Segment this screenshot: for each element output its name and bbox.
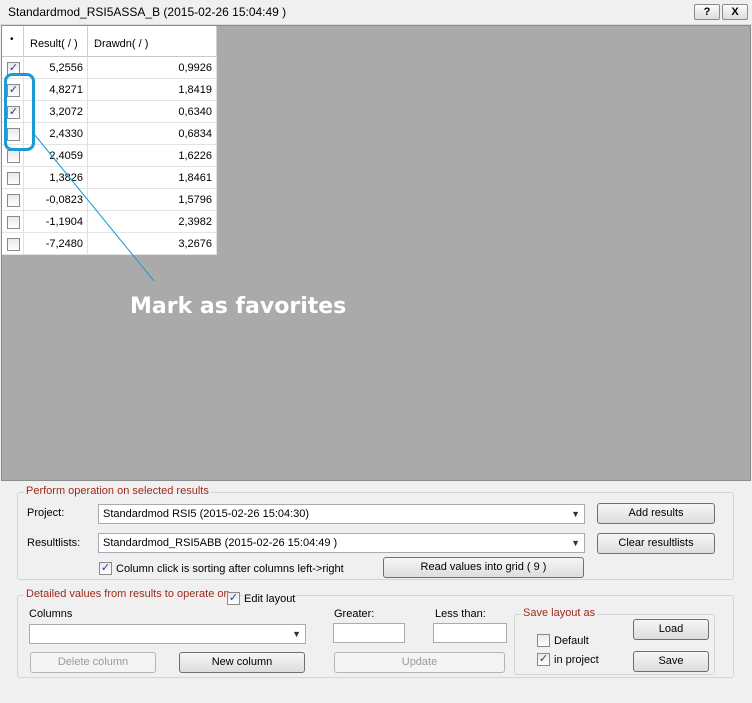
save-button[interactable]: Save	[633, 651, 709, 672]
check-icon: ✓	[538, 653, 549, 665]
columns-dropdown[interactable]: ▼	[29, 624, 306, 644]
less-than-label: Less than:	[435, 608, 486, 620]
edit-layout-checkbox[interactable]: ✓	[227, 592, 240, 605]
results-workspace: • Result( / ) Drawdn( / ) ▿ ✓ 5,2556 0,992…	[1, 25, 751, 481]
annotation-pointer-line	[33, 133, 155, 282]
add-results-button[interactable]: Add results	[597, 503, 715, 524]
project-dropdown-value: Standardmod RSI5 (2015-02-26 15:04:30)	[103, 508, 310, 520]
sorting-checkbox-label: Column click is sorting after columns le…	[116, 563, 344, 575]
help-button[interactable]: ?	[694, 4, 720, 20]
save-layout-title: Save layout as	[521, 607, 598, 619]
resultlists-dropdown-value: Standardmod_RSI5ABB (2015-02-26 15:04:49…	[103, 537, 338, 549]
sorting-checkbox[interactable]: ✓	[99, 562, 112, 575]
close-icon: X	[731, 6, 739, 18]
default-label: Default	[554, 635, 589, 647]
annotation-label: Mark as favorites	[130, 294, 347, 319]
less-than-input[interactable]	[433, 623, 507, 643]
check-icon: ✓	[228, 592, 239, 604]
in-project-label: in project	[554, 654, 599, 666]
resultlists-label: Resultlists:	[27, 537, 81, 549]
title-bar: Standardmod_RSI5ASSA_B (2015-02-26 15:04…	[0, 0, 752, 25]
help-icon: ?	[703, 6, 711, 18]
new-column-button[interactable]: New column	[179, 652, 305, 673]
columns-label: Columns	[29, 608, 73, 620]
clear-resultlists-button[interactable]: Clear resultlists	[597, 533, 715, 554]
chevron-down-icon: ▼	[571, 509, 580, 519]
edit-layout-label: Edit layout	[244, 593, 296, 605]
project-label: Project:	[27, 507, 65, 519]
check-icon: ✓	[100, 562, 111, 574]
window-title: Standardmod_RSI5ASSA_B (2015-02-26 15:04…	[8, 5, 287, 19]
close-button[interactable]: X	[722, 4, 748, 20]
update-button[interactable]: Update	[334, 652, 505, 673]
delete-column-button[interactable]: Delete column	[30, 652, 156, 673]
operation-group-title: Perform operation on selected results	[24, 485, 211, 497]
greater-label: Greater:	[334, 608, 375, 620]
resultlists-dropdown[interactable]: Standardmod_RSI5ABB (2015-02-26 15:04:49…	[98, 533, 585, 553]
chevron-down-icon: ▼	[292, 629, 301, 639]
chevron-down-icon: ▼	[571, 538, 580, 548]
greater-input[interactable]	[333, 623, 405, 643]
in-project-checkbox[interactable]: ✓	[537, 653, 550, 666]
load-button[interactable]: Load	[633, 619, 709, 640]
project-dropdown[interactable]: Standardmod RSI5 (2015-02-26 15:04:30) ▼	[98, 504, 585, 524]
detail-group-title: Detailed values from results to operate …	[24, 588, 232, 600]
default-checkbox[interactable]	[537, 634, 550, 647]
read-values-button[interactable]: Read values into grid ( 9 )	[383, 557, 584, 578]
